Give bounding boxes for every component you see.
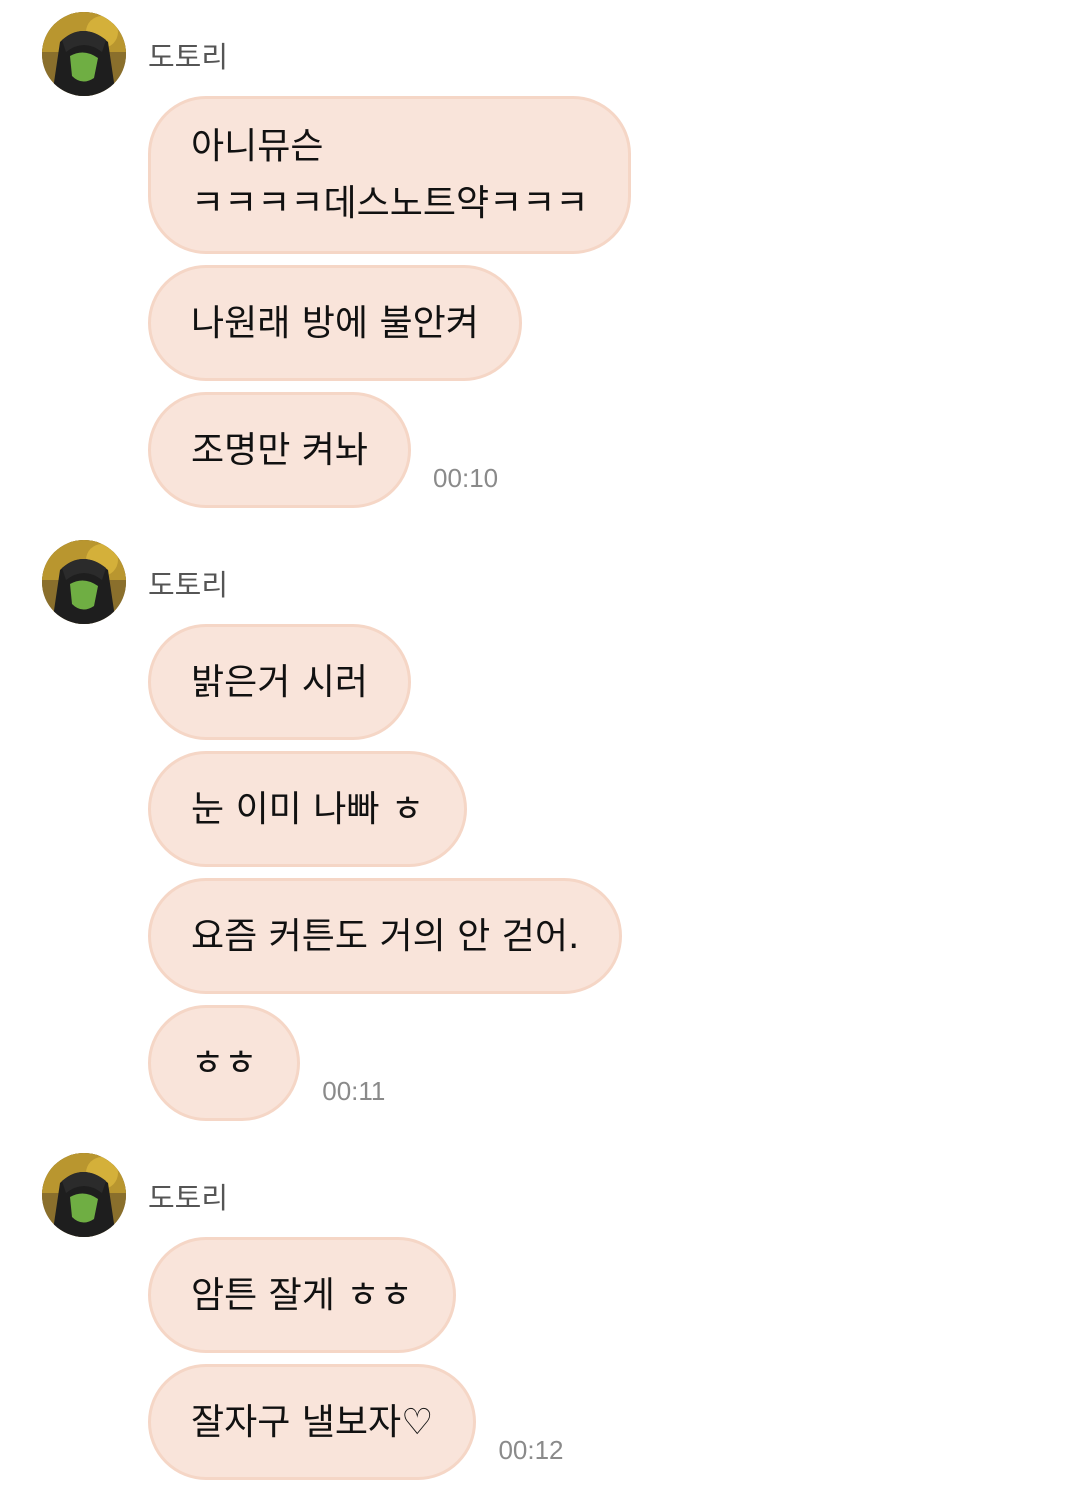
message-bubble[interactable]: ㅎㅎ [148, 1005, 301, 1121]
message-bubble[interactable]: 아니뮤슨 ㅋㅋㅋㅋ데스노트약ㅋㅋㅋ [148, 96, 632, 254]
message-timestamp: 00:12 [498, 1435, 564, 1465]
message-bubble[interactable]: 요즘 커튼도 거의 안 걷어. [148, 878, 623, 994]
sender-name: 도토리 [148, 1181, 229, 1215]
message-row: 나원래 방에 불안켜 [148, 265, 522, 381]
message-timestamp: 00:11 [322, 1076, 386, 1106]
message-bubble[interactable]: 잘자구 낼보자♡ [148, 1364, 477, 1480]
sender-name: 도토리 [148, 568, 229, 602]
profile-photo-icon [42, 12, 126, 96]
profile-photo-icon [42, 1153, 126, 1237]
sender-name: 도토리 [148, 40, 229, 74]
message-row: 눈 이미 나빠 ㅎ [148, 751, 468, 867]
message-row: 밝은거 시러 [148, 624, 412, 740]
profile-avatar[interactable] [42, 540, 126, 624]
message-bubble[interactable]: 암튼 잘게 ㅎㅎ [148, 1237, 456, 1353]
message-timestamp: 00:10 [433, 463, 499, 493]
message-row: 아니뮤슨 ㅋㅋㅋㅋ데스노트약ㅋㅋㅋ [148, 96, 632, 254]
message-bubble[interactable]: 조명만 켜놔 [148, 392, 412, 508]
message-row: 암튼 잘게 ㅎㅎ [148, 1237, 456, 1353]
message-row: ㅎㅎ 00:11 [148, 1005, 385, 1121]
profile-avatar[interactable] [42, 12, 126, 96]
profile-avatar[interactable] [42, 1153, 126, 1237]
message-bubble[interactable]: 밝은거 시러 [148, 624, 412, 740]
message-row: 요즘 커튼도 거의 안 걷어. [148, 878, 623, 994]
message-bubble[interactable]: 눈 이미 나빠 ㅎ [148, 751, 468, 867]
message-row: 조명만 켜놔 00:10 [148, 392, 498, 508]
profile-photo-icon [42, 540, 126, 624]
message-bubble[interactable]: 나원래 방에 불안켜 [148, 265, 522, 381]
message-row: 잘자구 낼보자♡ 00:12 [148, 1364, 564, 1480]
